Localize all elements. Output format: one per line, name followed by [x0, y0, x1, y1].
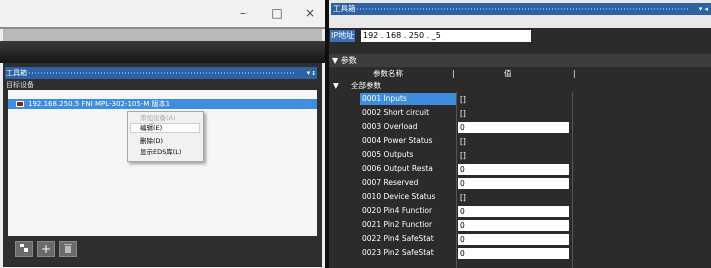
trash-icon [64, 244, 72, 253]
device-icon [16, 101, 24, 107]
table-row[interactable]: 0021 Pin2 Functior 0 [329, 219, 711, 232]
param-name: 0003 Overload [362, 122, 418, 131]
left-window: – □ × 工具箱 ▾ ᵻ 目标设备 192.168.250.5 FNI MPL… [0, 0, 325, 268]
table-row[interactable]: 0002 Short circuit [] [329, 107, 711, 120]
toolbox-title: 工具箱 [333, 4, 356, 13]
table-row[interactable]: 0010 Device Status [] [329, 191, 711, 204]
target-devices-label: 目标设备 [6, 81, 34, 89]
all-params-label: 全部参数 [351, 81, 381, 90]
all-params-group[interactable]: ▼ 全部参数 [329, 80, 711, 92]
table-row[interactable]: 0005 Outputs [] [329, 149, 711, 162]
table-row[interactable]: 0007 Reserved 0 [329, 177, 711, 190]
menu-item-delete[interactable]: 删除(D) [140, 136, 163, 146]
param-name: 0023 Pin2 SafeStat [362, 248, 434, 257]
workspace-gap [0, 41, 325, 63]
table-row[interactable]: 0004 Power Status [] [329, 135, 711, 148]
param-value: [] [460, 193, 466, 202]
toolbox-header: 工具箱 ▾ ◂ [331, 3, 711, 15]
param-name: 0022 Pin4 SafeStat [362, 234, 434, 243]
menu-item-add-device[interactable]: 添加设备(A) [140, 113, 176, 123]
menu-item-show-eds-library[interactable]: 显示EDS库(L) [140, 147, 181, 157]
param-name: 0002 Short circuit [362, 108, 430, 117]
column-value-header[interactable]: 值 [504, 68, 512, 80]
dropdown-icon[interactable]: ▾ ◂ [699, 3, 708, 15]
param-name: 0001 Inputs [360, 93, 456, 105]
ip-address-field[interactable]: 192 . 168 . 250 . _5 [361, 30, 531, 42]
param-name: 0005 Outputs [362, 150, 414, 159]
table-row[interactable]: 0001 Inputs [] [329, 93, 711, 106]
table-row[interactable]: 0020 Pin4 Functior 0 [329, 205, 711, 218]
column-separator: | [452, 69, 455, 78]
device-label[interactable]: 192.168.250.5 FNI MPL-302-105-M 版本1 [28, 98, 170, 110]
plus-icon: + [40, 242, 52, 256]
param-name: 0004 Power Status [362, 136, 433, 145]
table-row[interactable]: 0006 Output Resta 0 [329, 163, 711, 176]
device-icon [20, 244, 28, 252]
right-window: 工具箱 ▾ ◂ IP地址 192 . 168 . 250 . _5 ▼ 参数 参… [329, 0, 711, 268]
param-value[interactable]: 0 [458, 234, 569, 245]
table-row[interactable]: 0023 Pin2 SafeStat 0 [329, 247, 711, 260]
param-value[interactable]: 0 [458, 248, 569, 259]
params-section-header[interactable]: ▼ 参数 [329, 54, 711, 67]
column-separator: | [573, 69, 576, 78]
param-name: 0021 Pin2 Functior [362, 220, 433, 229]
context-menu: 添加设备(A) 编辑(E) 删除(D) 显示EDS库(L) [127, 111, 204, 162]
header-grip [29, 72, 295, 74]
maximize-button[interactable]: □ [266, 3, 288, 23]
param-columns-header: 参数名称 | 值 | [329, 68, 711, 80]
delete-button[interactable] [59, 241, 77, 257]
toolbox-header: 工具箱 ▾ ᵻ [5, 67, 317, 79]
window-titlebar: – □ × [0, 0, 325, 27]
pin-icon[interactable]: ▾ ᵻ [307, 67, 315, 79]
param-name: 0020 Pin4 Functior [362, 206, 433, 215]
right-window-top: 工具箱 ▾ ◂ [329, 0, 711, 28]
minimize-button[interactable]: – [232, 3, 254, 23]
param-value[interactable]: 0 [458, 164, 569, 175]
device-icon-button[interactable] [15, 241, 33, 257]
header-grip [357, 8, 689, 10]
param-name: 0006 Output Resta [362, 164, 433, 173]
table-row[interactable]: 0022 Pin4 SafeStat 0 [329, 233, 711, 246]
params-section-label: ▼ 参数 [332, 56, 357, 65]
param-value[interactable]: 0 [458, 122, 569, 133]
param-value: [] [460, 109, 466, 118]
param-name: 0010 Device Status [362, 192, 436, 201]
param-value: [] [460, 95, 466, 104]
param-value: [] [460, 137, 466, 146]
param-value: [] [460, 151, 466, 160]
add-button[interactable]: + [37, 241, 55, 257]
column-name-header[interactable]: 参数名称 [373, 68, 403, 80]
collapse-arrow-icon[interactable]: ▼ [333, 80, 339, 92]
toolbox-title: 工具箱 [6, 69, 27, 77]
param-name: 0007 Reserved [362, 178, 419, 187]
table-row[interactable]: 0003 Overload 0 [329, 121, 711, 134]
ip-address-label: IP地址 [330, 30, 356, 42]
menu-item-edit[interactable]: 编辑(E) [140, 123, 162, 133]
param-value[interactable]: 0 [458, 220, 569, 231]
toolbar-strip [3, 29, 322, 41]
param-value[interactable]: 0 [458, 178, 569, 189]
param-value[interactable]: 0 [458, 206, 569, 217]
close-button[interactable]: × [299, 3, 321, 23]
